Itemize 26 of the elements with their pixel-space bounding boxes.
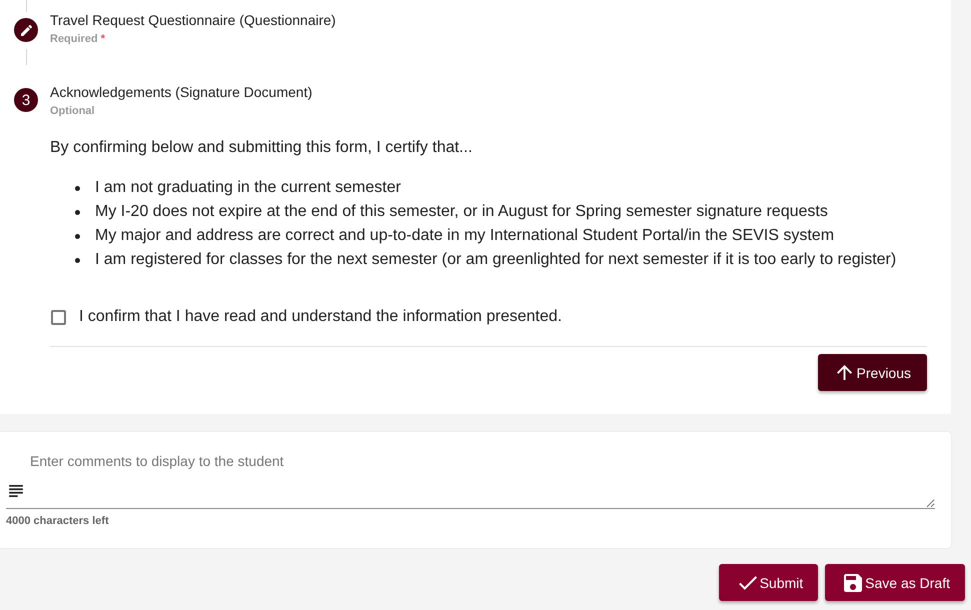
certification-item: My I-20 does not expire at the end of this semester, or in August for Spring semester signature requests	[95, 202, 828, 222]
step-title: Travel Request Questionnaire (Questionnaire)	[50, 12, 336, 29]
certification-item: My major and address are correct and up-to-date in my International Student Portal/in the SEVIS system	[95, 226, 834, 246]
step-connector	[26, 49, 27, 65]
check-icon	[738, 576, 757, 590]
submit-button[interactable]: Submit	[718, 564, 818, 601]
arrow-up-icon	[836, 365, 852, 380]
certification-item: I am registered for classes for the next semester (or am greenlighted for next semester if it is too early to register)	[95, 250, 896, 270]
bullet-icon	[75, 258, 80, 262]
step-number-badge: 3	[14, 88, 38, 112]
bullet-icon	[75, 186, 80, 190]
confirm-checkbox[interactable]	[51, 310, 66, 324]
pencil-icon	[14, 18, 38, 42]
certification-item: I am not graduating in the current semester	[95, 178, 401, 198]
bullet-icon	[75, 234, 80, 238]
confirm-label[interactable]: I confirm that I have read and understand the information presented.	[79, 307, 562, 327]
characters-left-counter: 4000 characters left	[6, 514, 110, 528]
intro-text: By confirming below and submitting this form, I certify that...	[50, 138, 474, 158]
step-status: Required *	[50, 32, 106, 46]
step-title: Acknowledgements (Signature Document)	[50, 84, 312, 101]
previous-button[interactable]: Previous	[818, 354, 927, 391]
bullet-icon	[75, 210, 80, 214]
text-lines-icon	[9, 485, 23, 497]
step-status: Optional	[50, 104, 96, 118]
save-draft-button[interactable]: Save as Draft	[825, 564, 965, 601]
step-connector	[26, 0, 27, 12]
